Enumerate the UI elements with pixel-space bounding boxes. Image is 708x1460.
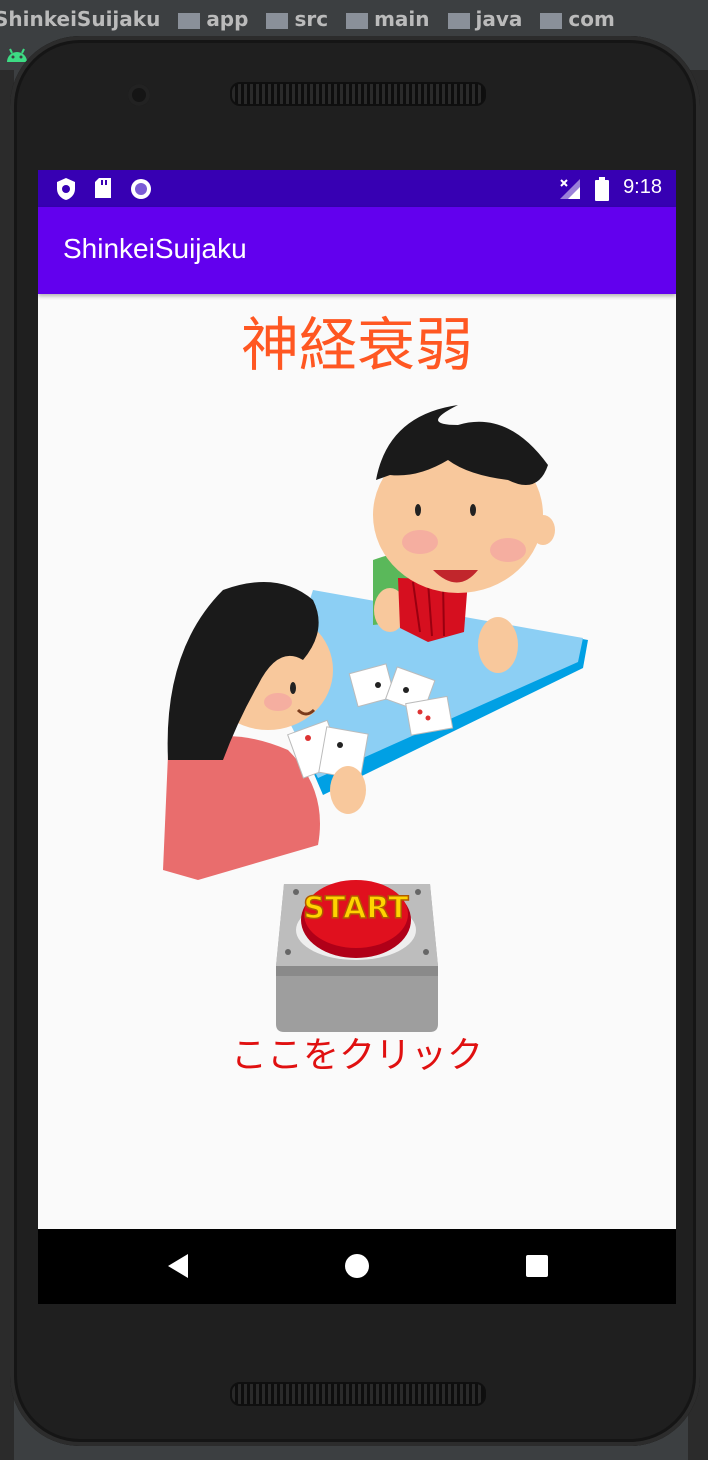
device-screen: 9:18 ShinkeiSuijaku 神経衰弱 START ここをクリック <box>38 170 676 1304</box>
app-title: ShinkeiSuijaku <box>63 233 247 264</box>
earpiece-speaker <box>230 82 486 106</box>
ide-breadcrumb-item[interactable]: java <box>447 7 522 31</box>
ide-breadcrumb: ShinkeiSuijaku app src main java com <box>0 0 708 38</box>
battery-icon <box>595 177 609 201</box>
ide-breadcrumb-item[interactable]: ShinkeiSuijaku <box>0 7 160 31</box>
shield-icon <box>57 178 75 200</box>
bottom-speaker <box>230 1382 486 1406</box>
phone-frame: 9:18 ShinkeiSuijaku 神経衰弱 START ここをクリック <box>10 36 700 1446</box>
status-time: 9:18 <box>623 176 662 198</box>
navigation-bar <box>38 1229 676 1304</box>
signal-icon <box>560 179 580 199</box>
start-label: START <box>303 891 409 926</box>
ide-breadcrumb-item[interactable]: src <box>266 7 328 31</box>
kids-playing-cards-illustration <box>163 405 588 880</box>
app-bar: ShinkeiSuijaku <box>38 207 676 294</box>
folder-icon <box>540 12 563 29</box>
folder-icon <box>346 12 369 29</box>
folder-icon <box>266 12 289 29</box>
folder-icon <box>447 12 470 29</box>
recents-icon[interactable] <box>525 1253 549 1279</box>
game-title: 神経衰弱 <box>240 311 473 379</box>
ide-breadcrumb-item[interactable]: app <box>178 7 248 31</box>
start-button[interactable]: START <box>270 874 444 1034</box>
status-bar: 9:18 <box>38 170 676 207</box>
click-here-text[interactable]: ここをクリック <box>38 1026 676 1078</box>
front-camera <box>128 84 150 106</box>
ide-breadcrumb-item[interactable]: com <box>540 7 615 31</box>
folder-icon <box>178 12 201 29</box>
sd-card-icon <box>95 178 111 198</box>
back-icon[interactable] <box>166 1253 190 1279</box>
circle-icon <box>131 179 151 199</box>
ide-breadcrumb-item[interactable]: main <box>346 7 430 31</box>
home-icon[interactable] <box>344 1253 370 1279</box>
